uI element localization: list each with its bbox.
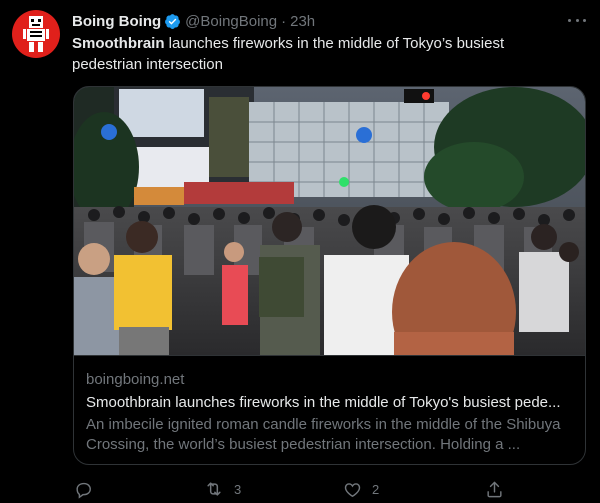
avatar[interactable] (12, 10, 60, 58)
author-name[interactable]: Boing Boing (72, 13, 161, 30)
shibuya-crowd-photo (74, 87, 585, 355)
heart-icon (344, 482, 361, 497)
robot-mascot-icon (23, 16, 49, 52)
more-dots-icon[interactable] (566, 13, 588, 27)
link-card[interactable]: boingboing.net Smoothbrain launches fire… (73, 86, 586, 465)
reply-button[interactable] (74, 478, 103, 500)
share-button[interactable] (485, 478, 514, 500)
tweet-text-bold: Smoothbrain (72, 35, 165, 52)
retweet-icon (207, 482, 221, 496)
card-title: Smoothbrain launches fireworks in the mi… (86, 394, 561, 411)
separator-dot: · (281, 12, 287, 30)
action-bar: 3 2 (72, 478, 582, 500)
timestamp[interactable]: 23h (290, 13, 315, 30)
like-count: 2 (372, 481, 380, 497)
retweet-count: 3 (234, 481, 242, 497)
card-domain: boingboing.net (86, 371, 185, 388)
author-handle[interactable]: @BoingBoing (185, 13, 277, 30)
tweet-header: Boing Boing @BoingBoing · 23h (72, 11, 315, 31)
reply-icon (76, 482, 91, 499)
tweet-text: Smoothbrain launches fireworks in the mi… (72, 33, 572, 75)
card-image[interactable] (74, 87, 585, 355)
card-description: An imbecile ignited roman candle firewor… (86, 416, 561, 453)
retweet-button[interactable]: 3 (204, 478, 241, 500)
verified-badge-icon (164, 13, 181, 30)
tweet[interactable]: Boing Boing @BoingBoing · 23h Smoothbrai… (0, 0, 600, 503)
like-button[interactable]: 2 (343, 478, 379, 500)
card-body[interactable]: boingboing.net Smoothbrain launches fire… (74, 355, 585, 464)
share-icon (487, 481, 502, 497)
